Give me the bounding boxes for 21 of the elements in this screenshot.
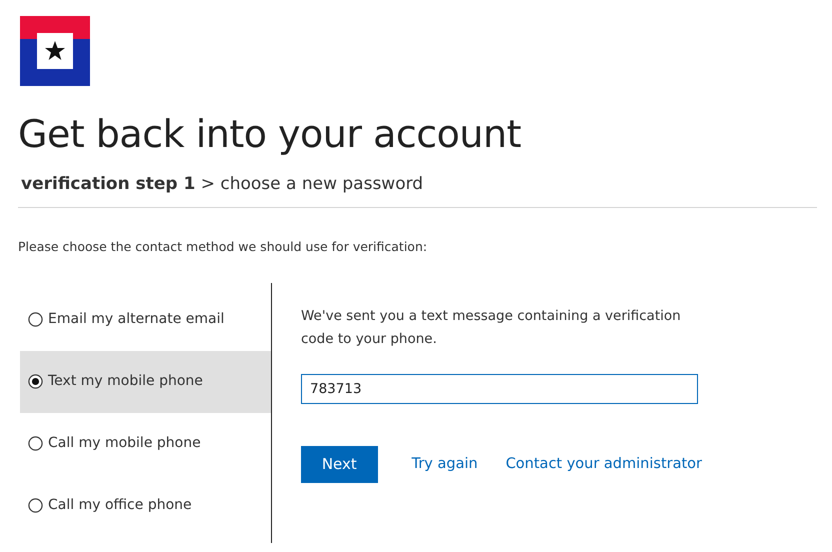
option-label[interactable]: Email my alternate email xyxy=(48,309,224,330)
option-label[interactable]: Text my mobile phone xyxy=(48,371,203,392)
instruction-text: Please choose the contact method we should use for verification: xyxy=(18,238,428,256)
flag-logo xyxy=(20,16,90,86)
radio-icon[interactable] xyxy=(28,498,43,514)
radio-icon[interactable] xyxy=(28,436,43,452)
page-title: Get back into your account xyxy=(18,112,522,158)
contact-option[interactable]: Call my office phone xyxy=(20,474,271,537)
radio-icon[interactable] xyxy=(28,374,43,390)
option-label[interactable]: Call my mobile phone xyxy=(48,433,201,454)
action-link[interactable]: Try again xyxy=(412,454,478,476)
code-field[interactable]: 783713 xyxy=(301,374,698,404)
action-link[interactable]: Contact your administrator xyxy=(506,454,702,476)
message-text: We've sent you a text message containing a verification code to your phone. xyxy=(301,306,682,350)
next-button[interactable]: Next xyxy=(301,446,378,484)
contact-option[interactable]: Call my mobile phone xyxy=(20,412,271,475)
contact-option[interactable]: Text my mobile phone xyxy=(20,350,271,413)
contact-option[interactable]: Email my alternate email xyxy=(20,288,271,351)
option-label[interactable]: Call my office phone xyxy=(48,495,192,516)
radio-icon[interactable] xyxy=(28,312,43,328)
step-breadcrumb: verification step 1 > choose a new password xyxy=(21,172,424,196)
